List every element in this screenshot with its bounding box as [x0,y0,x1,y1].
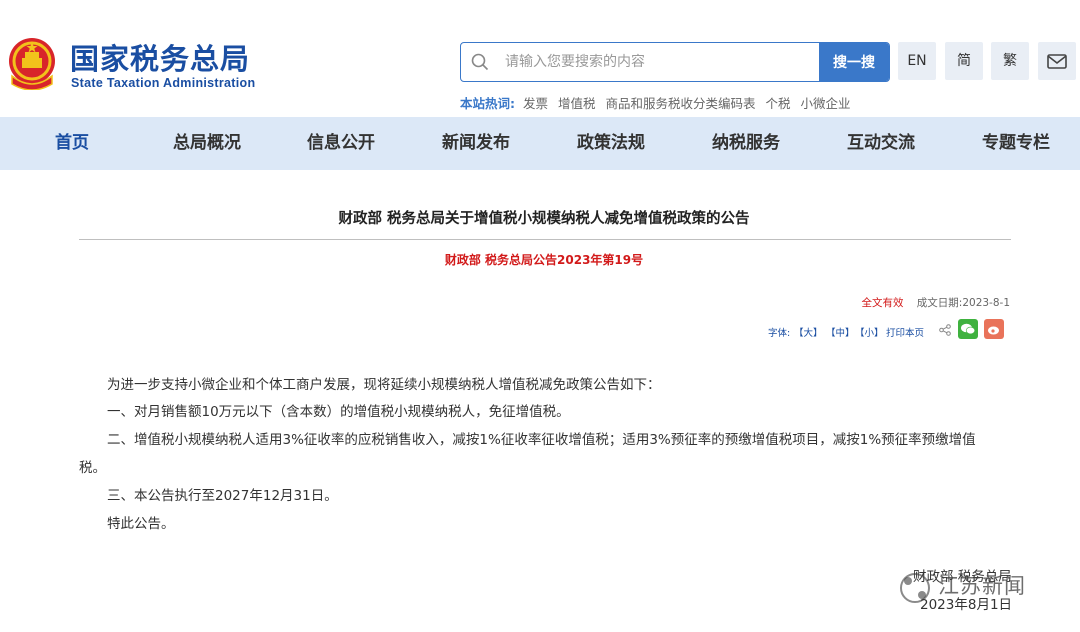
national-emblem-icon [9,38,55,90]
nav-item-news[interactable]: 新闻发布 [442,117,510,170]
hot-words-label: 本站热词: [460,96,515,111]
site-header: 国家税务总局 State Taxation Administration 搜一搜… [0,0,1080,117]
article-paragraph: 一、对月销售额10万元以下（含本数）的增值税小规模纳税人，免征增值税。 [107,404,570,420]
nav-item-home[interactable]: 首页 [55,117,89,170]
article-paragraph: 为进一步支持小微企业和个体工商户发展，现将延续小规模纳税人增值税减免政策公告如下… [107,377,661,393]
hot-word-link[interactable]: 小微企业 [800,96,850,111]
validity-status: 全文有效 [861,297,904,309]
font-medium-button[interactable]: 【中】 [826,325,855,339]
nav-item-tax-service[interactable]: 纳税服务 [712,117,780,170]
site-logo-subtitle: State Taxation Administration [71,76,256,90]
lang-simplified-button[interactable]: 简 [945,42,983,80]
article-paragraph: 二、增值税小规模纳税人适用3%征收率的应税销售收入，减按1%征收率征收增值税；适… [107,432,976,448]
wechat-icon[interactable] [958,319,978,339]
print-button[interactable]: 打印本页 [886,325,924,339]
lang-en-button[interactable]: EN [898,42,936,80]
article-paragraph: 三、本公告执行至2027年12月31日。 [107,488,338,504]
main-nav: 首页 总局概况 信息公开 新闻发布 政策法规 纳税服务 互动交流 专题专栏 [0,117,1080,170]
article-paragraph: 税。 [79,460,106,476]
search-input[interactable] [505,43,815,81]
weibo-icon[interactable] [984,319,1004,339]
hot-word-link[interactable]: 个税 [765,96,790,111]
font-size-label: 字体: [768,328,791,339]
search-button[interactable]: 搜一搜 [819,43,889,81]
nav-item-policy[interactable]: 政策法规 [577,117,645,170]
font-small-button[interactable]: 【小】 [855,325,884,339]
search-bar: 搜一搜 [460,42,890,82]
article-paragraph: 特此公告。 [107,516,175,532]
nav-item-overview[interactable]: 总局概况 [173,117,241,170]
nav-item-interaction[interactable]: 互动交流 [847,117,915,170]
document-number: 财政部 税务总局公告2023年第19号 [444,253,644,267]
search-icon [471,53,489,71]
article-meta: 全文有效 成文日期:2023-8-1 [861,295,1010,310]
share-icon[interactable] [939,324,951,336]
hot-words: 本站热词: 发票 增值税 商品和服务税收分类编码表 个税 小微企业 [460,93,857,112]
lang-traditional-button[interactable]: 繁 [991,42,1029,80]
mail-button[interactable] [1038,42,1076,80]
watermark-text: 江苏新闻 [938,574,1026,598]
hot-word-link[interactable]: 增值税 [558,96,596,111]
title-divider [79,239,1011,240]
nav-item-special-topics[interactable]: 专题专栏 [982,117,1050,170]
site-logo-title[interactable]: 国家税务总局 [70,36,250,78]
hot-word-link[interactable]: 发票 [523,96,548,111]
issue-date: 成文日期:2023-8-1 [916,297,1010,309]
nav-item-info-disclosure[interactable]: 信息公开 [307,117,375,170]
font-large-button[interactable]: 【大】 [794,325,823,339]
article-title: 财政部 税务总局关于增值税小规模纳税人减免增值税政策的公告 [338,211,750,227]
mail-icon [1047,54,1067,69]
hot-word-link[interactable]: 商品和服务税收分类编码表 [605,96,755,111]
